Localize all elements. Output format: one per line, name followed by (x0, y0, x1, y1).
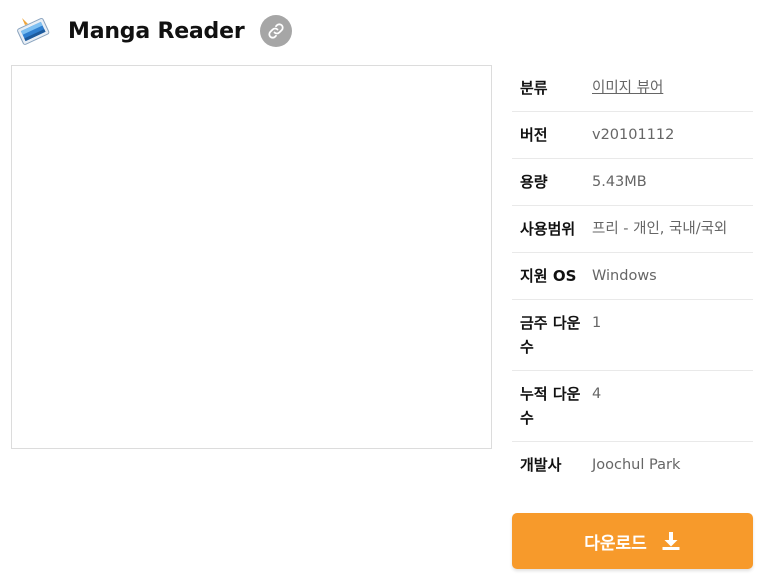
info-value: 4 (592, 386, 602, 402)
info-row-version: 버전 v20101112 (512, 112, 753, 159)
info-value: v20101112 (592, 127, 675, 143)
page-title: Manga Reader (68, 18, 245, 44)
info-value: 1 (592, 315, 602, 331)
info-key: 개발사 (520, 456, 562, 474)
info-table: 분류 이미지 뷰어 버전 v20101112 용량 5.43MB 사용범위 프리… (512, 65, 753, 488)
info-row-size: 용량 5.43MB (512, 159, 753, 206)
info-row-license: 사용범위 프리 - 개인, 국내/국외 (512, 206, 753, 253)
category-link[interactable]: 이미지 뷰어 (592, 76, 753, 100)
info-value: 프리 - 개인, 국내/국외 (592, 221, 728, 237)
page-header: Manga Reader (16, 12, 293, 50)
copy-link-button[interactable] (260, 15, 293, 47)
info-row-weekly-downloads: 금주 다운수 1 (512, 300, 753, 371)
info-key: 버전 (520, 126, 548, 144)
info-row-category: 분류 이미지 뷰어 (512, 65, 753, 112)
manga-reader-app-icon (16, 14, 50, 48)
info-key: 분류 (520, 79, 548, 97)
info-key: 지원 OS (520, 267, 577, 285)
info-value: Joochul Park (592, 457, 681, 473)
download-button[interactable]: 다운로드 (512, 513, 753, 569)
info-value: Windows (592, 268, 657, 284)
info-value: 5.43MB (592, 174, 647, 190)
info-key: 용량 (520, 173, 548, 191)
download-label: 다운로드 (584, 533, 647, 554)
info-row-total-downloads: 누적 다운수 4 (512, 371, 753, 442)
info-row-developer: 개발사 Joochul Park (512, 442, 753, 488)
info-key: 누적 다운수 (520, 385, 581, 427)
link-icon (268, 23, 285, 39)
screenshot-preview (11, 65, 492, 449)
info-row-os: 지원 OS Windows (512, 253, 753, 300)
info-key: 금주 다운수 (520, 314, 581, 356)
download-icon (661, 531, 681, 551)
info-key: 사용범위 (520, 220, 576, 238)
